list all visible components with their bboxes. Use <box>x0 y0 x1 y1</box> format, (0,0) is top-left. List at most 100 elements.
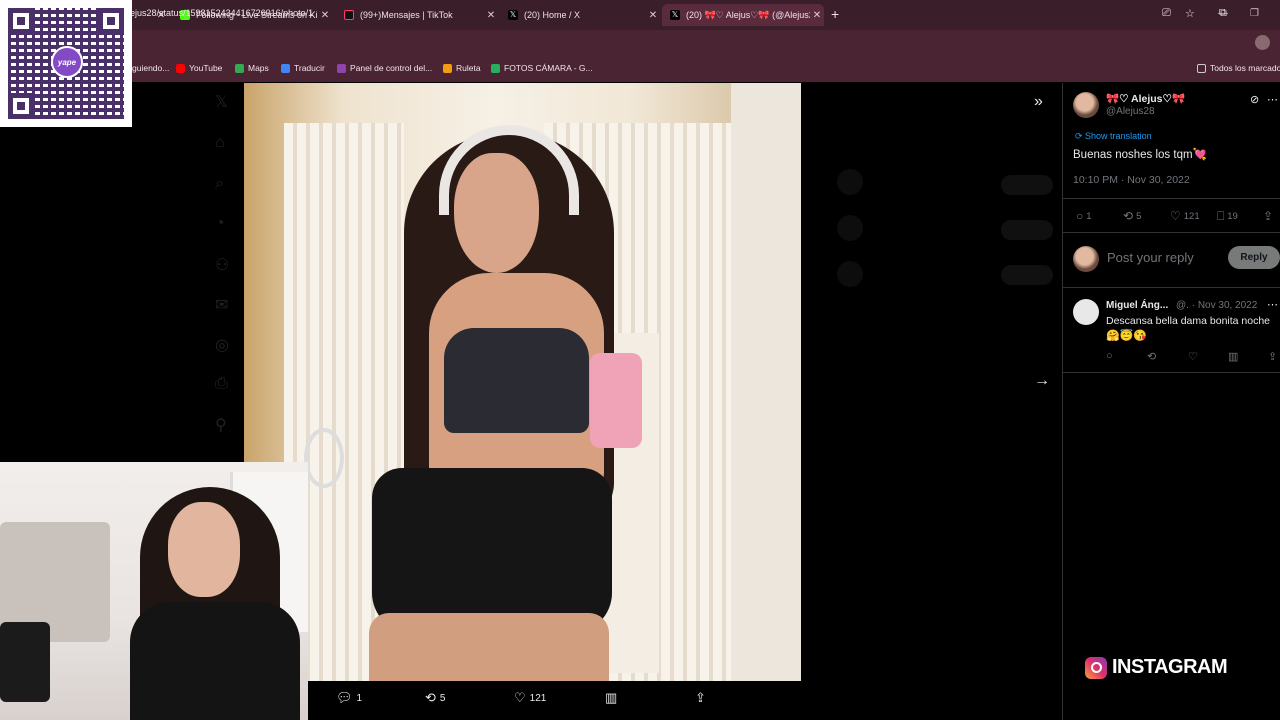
reply-stat[interactable]: ○ 1 <box>1076 209 1092 223</box>
comment-emojis: 🤗😇😘 <box>1106 330 1148 342</box>
tab-close-icon[interactable]: ✕ <box>810 10 824 21</box>
divider <box>1063 232 1280 233</box>
tab-x-home[interactable]: 𝕏 (20) Home / X ✕ <box>500 4 660 26</box>
address-bar <box>0 30 1280 57</box>
like-stat[interactable]: ♡ 121 <box>1170 209 1200 223</box>
search-icon[interactable]: ⌕ <box>215 175 224 193</box>
bag <box>0 622 50 702</box>
tiktok-icon <box>344 10 354 20</box>
comment-more-icon[interactable]: ⋯ <box>1267 298 1278 311</box>
screen: ✕ Following - Live Streams on Ki ✕ (99+)… <box>0 0 1280 720</box>
translate-icon <box>281 63 290 73</box>
repost-action[interactable]: ⟲ 5 <box>425 690 445 706</box>
tweet-timestamp[interactable]: 10:10 PM · Nov 30, 2022 <box>1073 174 1190 186</box>
comment-like-icon[interactable]: ♡ <box>1188 350 1198 363</box>
bookmark-star-icon[interactable]: ☆ <box>1185 7 1195 20</box>
notifications-icon[interactable]: ◔ <box>215 215 225 233</box>
bookmark-icon: ⎕ <box>1217 209 1225 223</box>
profile-icon[interactable]: ⚲ <box>215 415 227 435</box>
folder-icon <box>1197 63 1206 73</box>
new-tab-button[interactable]: + <box>831 6 839 22</box>
bar-chart-icon: ▥ <box>605 690 618 705</box>
bookmark-maps[interactable]: Maps <box>235 63 269 73</box>
dim-follow-button <box>1001 220 1053 240</box>
dim-avatar <box>837 169 863 195</box>
like-action[interactable]: ♡ 121 <box>514 690 546 706</box>
tab-x-profile[interactable]: 𝕏 (20) 🎀♡ Alejus♡🎀 (@Alejus2 ✕ <box>662 4 824 26</box>
panel-icon <box>337 63 346 73</box>
dim-avatar <box>837 215 863 241</box>
reply-input[interactable]: Post your reply <box>1107 250 1194 265</box>
bookmark-ruleta[interactable]: Ruleta <box>443 63 481 73</box>
url-field[interactable]: ejus28/status/1598152434416726016/photo/… <box>130 8 313 18</box>
bookmark-youtube[interactable]: YouTube <box>176 63 222 73</box>
commenter-name[interactable]: Miguel Áng... <box>1106 300 1168 311</box>
repost-icon: ⟲ <box>1123 209 1134 223</box>
tab-tiktok[interactable]: (99+)Mensajes | TikTok ✕ <box>336 4 498 26</box>
maps-icon <box>235 63 244 73</box>
share-icon: ⇪ <box>695 690 706 705</box>
heart-icon: ♡ <box>1170 209 1181 223</box>
bookmarks-icon[interactable]: ⎙ <box>215 375 228 393</box>
reply-icon: 💬︎ <box>336 690 353 705</box>
cast-icon[interactable]: ⎚ <box>1162 7 1171 20</box>
dim-follow-button <box>1001 265 1053 285</box>
tab-close-icon[interactable]: ✕ <box>318 10 332 21</box>
commenter-avatar[interactable] <box>1073 299 1099 325</box>
repost-stat[interactable]: ⟲ 5 <box>1123 209 1141 223</box>
author-name[interactable]: 🎀♡ Alejus♡🎀 <box>1106 92 1185 105</box>
qr-finder <box>98 8 124 34</box>
share-stat[interactable]: ⇪ <box>1263 209 1276 223</box>
reply-button[interactable]: Reply <box>1228 246 1280 269</box>
extensions-icon[interactable]: ⧉ <box>1219 7 1227 20</box>
tweet-photo[interactable] <box>244 83 801 681</box>
divider <box>1063 287 1280 288</box>
qr-finder <box>8 8 34 34</box>
divider <box>1063 198 1280 199</box>
next-photo-icon[interactable]: → <box>1034 372 1050 390</box>
photo-action-bar <box>308 683 800 713</box>
collapse-panel-icon[interactable]: » <box>1034 93 1043 111</box>
tab-close-icon[interactable]: ✕ <box>646 10 660 21</box>
tweet-text: Buenas noshes los tqm💘 <box>1073 149 1207 161</box>
translate-icon: ⟳ <box>1075 131 1086 141</box>
instagram-badge: INSTAGRAM <box>1085 656 1228 679</box>
more-icon[interactable]: ⋯ <box>1267 93 1278 106</box>
grok-icon[interactable]: ⊘ <box>1250 93 1259 106</box>
ruleta-icon <box>443 63 452 73</box>
author-handle[interactable]: @Alejus28 <box>1106 106 1155 117</box>
ring-light <box>304 428 344 488</box>
bookmark-translate[interactable]: Traducir <box>281 63 325 73</box>
messages-icon[interactable]: ✉ <box>215 295 228 315</box>
youtube-icon <box>176 63 185 73</box>
comment-repost-icon[interactable]: ⟲ <box>1147 350 1156 363</box>
drive-icon <box>491 63 500 73</box>
views-action[interactable]: ▥ <box>605 690 621 706</box>
reply-action[interactable]: 💬︎ 1 <box>336 690 362 706</box>
x-logo-icon[interactable]: 𝕏 <box>215 92 228 112</box>
bookmark-panel[interactable]: Panel de control del... <box>337 63 432 73</box>
comment-reply-icon[interactable]: ○ <box>1106 350 1113 362</box>
people-icon[interactable]: ⚇ <box>215 255 229 275</box>
bookmark-fotos[interactable]: FOTOS CÁMARA - G... <box>491 63 593 73</box>
author-avatar[interactable] <box>1073 92 1099 118</box>
communities-icon[interactable]: ◎ <box>215 335 229 355</box>
heart-icon: ♡ <box>514 690 526 705</box>
tab-close-icon[interactable]: ✕ <box>484 10 498 21</box>
restore-icon[interactable]: ❐ <box>1250 8 1259 19</box>
shorts <box>372 468 612 633</box>
legs <box>369 613 609 681</box>
bookmark-all[interactable]: Todos los marcado <box>1197 63 1280 73</box>
share-action[interactable]: ⇪ <box>695 690 710 706</box>
bookmark-stat[interactable]: ⎕ 19 <box>1217 209 1238 224</box>
show-translation-link[interactable]: ⟳ Show translation <box>1075 131 1152 142</box>
divider <box>1063 372 1280 373</box>
comment-views-icon[interactable]: ▥ <box>1228 350 1238 363</box>
comment-share-icon[interactable]: ⇪ <box>1268 350 1277 363</box>
instagram-icon <box>1085 656 1107 679</box>
bookmark-item[interactable]: guiendo... <box>132 63 169 73</box>
home-icon[interactable]: ⌂ <box>215 134 225 152</box>
qr-finder <box>8 93 34 119</box>
x-icon: 𝕏 <box>670 10 680 20</box>
profile-avatar[interactable] <box>1255 35 1270 50</box>
